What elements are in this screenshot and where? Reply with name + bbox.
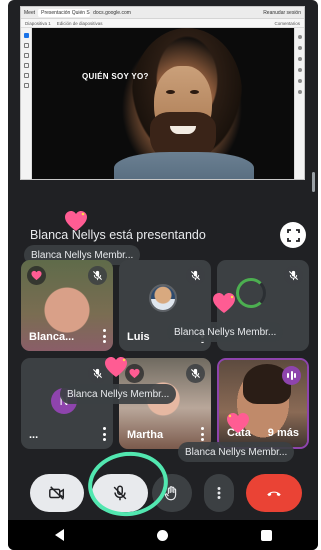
participant-name: ...: [29, 429, 39, 441]
slides-menu-left: Diapositiva 1: [25, 20, 51, 26]
more-vert-icon: [217, 487, 221, 499]
slides-menubar: Diapositiva 1 Edición de diapositivas Co…: [21, 19, 304, 28]
participant-name-chip: Blanca Nellys Membr...: [178, 442, 295, 462]
more-participants-count[interactable]: 9 más: [268, 427, 299, 439]
heart-icon: [129, 368, 140, 379]
heart-icon: [31, 270, 42, 281]
camera-off-icon: [49, 486, 65, 500]
mic-off-indicator: [284, 266, 303, 285]
tile-more-button[interactable]: [102, 329, 106, 343]
back-nav-icon[interactable]: [54, 529, 64, 541]
pen-tool-icon: [23, 43, 29, 48]
edit-icon: [297, 68, 302, 72]
recent-apps-nav-icon[interactable]: [260, 529, 272, 541]
avatar: [149, 284, 177, 312]
participant-name: Luis: [127, 331, 150, 343]
shared-screen: Meet Presentación Quién Soy Yo docs.goog…: [20, 6, 305, 180]
browser-address: docs.google.com: [93, 9, 131, 16]
call-end-icon: [267, 491, 281, 497]
mic-off-icon: [288, 270, 299, 281]
slides-menu-mid: Edición de diapositivas: [56, 20, 103, 26]
more-options-button[interactable]: [204, 474, 234, 512]
loading-spinner-icon: [236, 278, 266, 308]
settings-icon: [297, 57, 302, 61]
pointer-tool-icon: [23, 33, 29, 38]
fullscreen-icon: [286, 228, 300, 242]
slide-title: QUIÉN SOY YO?: [82, 72, 149, 81]
participant-name-chip: Blanca Nellys Membr...: [167, 322, 284, 342]
slides-left-toolbar: [21, 28, 32, 179]
leave-call-button[interactable]: [246, 474, 302, 512]
mic-off-indicator: [186, 364, 205, 383]
zoom-in-icon: [297, 79, 302, 83]
camera-toggle-button[interactable]: [30, 474, 84, 512]
participant-tile-blanca[interactable]: Blanca...: [21, 260, 113, 351]
participant-tile-cata[interactable]: Cata 9 más: [217, 358, 309, 449]
heart-reaction-badge: [27, 266, 46, 285]
speaking-indicator-icon: [282, 366, 301, 385]
home-nav-icon[interactable]: [156, 529, 168, 541]
browser-active-tab: Presentación Quién Soy Yo: [38, 8, 91, 17]
browser-account: Reanudar sesión: [263, 9, 301, 16]
heart-reaction-icon: [213, 293, 235, 313]
zoom-tool-icon: [23, 73, 29, 78]
fullscreen-button[interactable]: [280, 222, 306, 248]
zoom-out-icon: [297, 90, 302, 94]
mic-off-icon: [92, 270, 103, 281]
browser-tab: Meet: [24, 9, 36, 16]
comment-icon: [297, 35, 302, 39]
mic-off-icon: [190, 368, 201, 379]
tile-more-button[interactable]: [102, 427, 106, 441]
text-tool-icon: [23, 63, 29, 68]
mic-off-icon: [92, 368, 103, 379]
slide-image: QUIÉN SOY YO?: [32, 28, 296, 179]
shape-tool-icon: [23, 53, 29, 58]
slides-menu-right: Comentarios: [274, 20, 300, 26]
mic-off-indicator: [88, 266, 107, 285]
mic-off-icon: [190, 270, 201, 281]
participant-name-chip: Blanca Nellys Membr...: [60, 384, 177, 404]
phone-screen: Meet Presentación Quién Soy Yo docs.goog…: [8, 0, 318, 550]
scroll-indicator[interactable]: [312, 172, 315, 192]
mic-off-indicator: [186, 266, 205, 285]
presenting-label: Blanca Nellys está presentando: [30, 228, 206, 242]
share-icon: [297, 46, 302, 50]
browser-toolbar: Meet Presentación Quién Soy Yo docs.goog…: [21, 7, 304, 19]
heart-reaction-icon: [105, 357, 127, 377]
heart-reaction-icon: [227, 413, 249, 433]
android-navigation-bar: [8, 520, 318, 550]
participant-name: Martha: [127, 429, 164, 441]
slides-right-toolbar: [294, 28, 304, 179]
eraser-tool-icon: [23, 83, 29, 88]
tile-more-button[interactable]: [200, 427, 204, 441]
participant-name: Blanca...: [29, 331, 75, 343]
